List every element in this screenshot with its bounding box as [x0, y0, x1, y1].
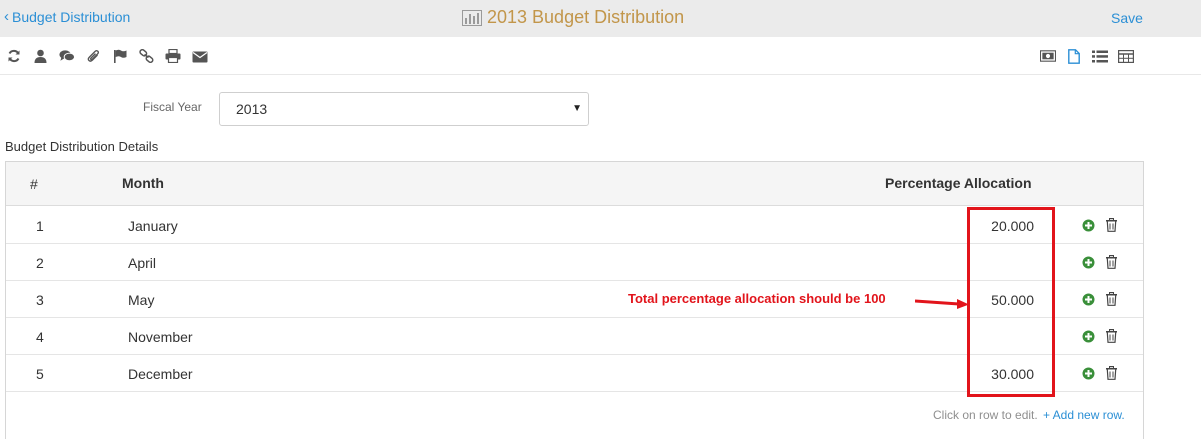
fiscal-year-label: Fiscal Year	[143, 100, 202, 114]
row-month: January	[128, 218, 178, 234]
add-row-icon[interactable]	[1082, 367, 1095, 380]
link-icon[interactable]	[139, 48, 155, 64]
row-month: November	[128, 329, 193, 345]
print-icon[interactable]	[165, 48, 181, 64]
table-header: # Month Percentage Allocation	[6, 162, 1143, 206]
money-icon[interactable]	[1040, 48, 1056, 64]
row-number: 5	[36, 366, 44, 382]
fiscal-year-select[interactable]: 2013 ▼	[219, 92, 589, 126]
toolbar	[0, 37, 1201, 75]
column-header-percentage: Percentage Allocation	[885, 175, 1032, 191]
column-header-number: #	[30, 176, 38, 192]
row-number: 1	[36, 218, 44, 234]
row-month: April	[128, 255, 157, 271]
row-month: May	[128, 292, 155, 308]
row-number: 3	[36, 292, 44, 308]
top-bar: ‹ Budget Distribution 2013 Budget Distri…	[0, 0, 1201, 37]
annotation-arrow	[915, 299, 969, 309]
save-button[interactable]: Save	[1111, 10, 1143, 26]
toolbar-right	[1040, 48, 1144, 64]
chevron-left-icon: ‹	[4, 8, 9, 25]
column-header-month: Month	[122, 175, 164, 191]
row-number: 2	[36, 255, 44, 271]
add-row-icon[interactable]	[1082, 293, 1095, 306]
add-row-icon[interactable]	[1082, 256, 1095, 269]
row-number: 4	[36, 329, 44, 345]
user-icon[interactable]	[33, 48, 49, 64]
toolbar-left	[6, 48, 218, 64]
back-link[interactable]: ‹ Budget Distribution	[4, 9, 130, 25]
trash-icon[interactable]	[1105, 329, 1118, 343]
envelope-icon[interactable]	[192, 48, 208, 64]
document-icon[interactable]	[1066, 48, 1082, 64]
bar-chart-icon	[462, 9, 482, 26]
back-link-label: Budget Distribution	[12, 9, 131, 25]
paperclip-icon[interactable]	[86, 48, 102, 64]
trash-icon[interactable]	[1105, 218, 1118, 232]
fiscal-year-value: 2013	[236, 101, 268, 117]
edit-hint: Click on row to edit.	[933, 408, 1038, 422]
section-title: Budget Distribution Details	[5, 139, 159, 154]
flag-icon[interactable]	[112, 48, 128, 64]
row-month: December	[128, 366, 193, 382]
page-title: 2013 Budget Distribution	[462, 7, 684, 28]
page-title-text: 2013 Budget Distribution	[487, 7, 685, 27]
trash-icon[interactable]	[1105, 255, 1118, 269]
add-row-icon[interactable]	[1082, 330, 1095, 343]
comments-icon[interactable]	[59, 48, 75, 64]
caret-down-icon: ▼	[572, 103, 582, 114]
refresh-icon[interactable]	[6, 48, 22, 64]
trash-icon[interactable]	[1105, 366, 1118, 380]
table-footer: Click on row to edit. + Add new row.	[6, 402, 1143, 426]
list-icon[interactable]	[1092, 48, 1108, 64]
annotation-text: Total percentage allocation should be 10…	[628, 291, 886, 306]
table-icon[interactable]	[1118, 48, 1134, 64]
add-row-icon[interactable]	[1082, 219, 1095, 232]
trash-icon[interactable]	[1105, 292, 1118, 306]
add-new-row-link[interactable]: + Add new row.	[1043, 408, 1125, 422]
annotation-highlight-box	[967, 207, 1055, 397]
